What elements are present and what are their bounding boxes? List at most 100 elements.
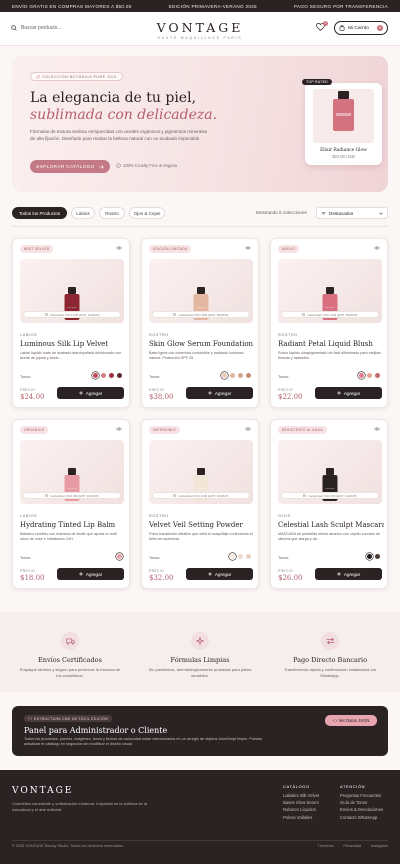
footer-link[interactable]: Envíos & Devoluciones	[340, 806, 383, 813]
product-card[interactable]: VONTAGE IMPERDIBLE Caducidad: PAO 24M (EXP…	[141, 419, 259, 589]
tone-swatch[interactable]	[246, 373, 251, 378]
add-to-cart-button[interactable]: Agregar	[57, 387, 124, 399]
footer-link[interactable]: Rubores Líquidos	[283, 806, 319, 813]
filter-chip-labios[interactable]: Labios	[71, 207, 95, 219]
plus-icon	[208, 572, 212, 576]
footer-terms-link[interactable]: Términos	[318, 844, 334, 848]
tone-swatch[interactable]	[222, 373, 227, 378]
expiry-badge: Caducidad: PAO 6M (EXP: 10/2025)	[23, 492, 121, 499]
product-card[interactable]: VONTAGE RESISTENTE AL AGUA Caducidad: PAO …	[270, 419, 388, 589]
tone-swatch[interactable]	[375, 554, 380, 559]
feature-shipping-title: Envíos Certificados	[38, 656, 102, 664]
featured-product-card[interactable]: TOP RATED Elixir Radiance Glow $34.00 US…	[302, 79, 382, 165]
feature-formulas-title: Fórmulas Limpias	[170, 656, 230, 664]
tone-swatch[interactable]	[367, 554, 372, 559]
tone-swatch[interactable]	[246, 554, 251, 559]
price-label: PRECIO	[278, 388, 294, 392]
expiry-badge: Caducidad: PAO 12M (EXP: 09/2026)	[281, 311, 379, 318]
hero-subtitle: sublimada con delicadeza.	[30, 107, 218, 123]
tone-swatches	[93, 373, 122, 378]
cart-button[interactable]: Mi Carrito 0	[334, 21, 388, 35]
expiry-badge: Caducidad: PAO 24M (EXP: 02/2027)	[152, 492, 250, 499]
eye-icon[interactable]	[245, 427, 251, 431]
hero-title: La elegancia de tu piel,	[30, 90, 197, 106]
tone-swatch[interactable]	[238, 373, 243, 378]
product-price: $22.00	[278, 393, 303, 401]
admin-description: Todos los productos, precios, imágenes, …	[24, 737, 263, 746]
results-count: Mostrando 6 colecciones	[256, 210, 307, 215]
filter-chip-all[interactable]: Todos los Productos	[12, 207, 67, 219]
view-json-button[interactable]: Ver Datos JSON	[325, 715, 377, 726]
product-price: $18.00	[20, 574, 45, 582]
product-card[interactable]: VONTAGE ORGÁNICO Caducidad: PAO 6M (EXP: 1…	[12, 419, 130, 589]
product-card[interactable]: VONTAGE BEST SELLER Caducidad: PAO 12M (EX…	[12, 238, 130, 408]
footer-support-title: ATENCIÓN	[340, 784, 366, 789]
filter-chip-ojos[interactable]: Ojos & Cejas	[129, 207, 165, 219]
product-name[interactable]: Celestial Lash Sculpt Mascara	[278, 521, 384, 529]
footer-catalog-column: CATÁLOGO Labiales Silk Velvet Bases Glow…	[283, 784, 319, 821]
product-tag: RESISTENTE AL AGUA	[278, 426, 327, 434]
footer-link[interactable]: Contacto WhatsApp	[340, 814, 383, 821]
product-tag: NUEVO	[278, 245, 300, 253]
eye-icon[interactable]	[116, 427, 122, 431]
product-name[interactable]: Luminous Silk Lip Velvet	[20, 340, 126, 348]
tone-swatch[interactable]	[375, 373, 380, 378]
sort-select[interactable]: Destacados	[316, 207, 388, 219]
expiry-text: Caducidad: PAO 6M (EXP: 10/2025)	[50, 493, 99, 498]
eye-icon[interactable]	[245, 246, 251, 250]
tone-swatch[interactable]	[238, 554, 243, 559]
product-price: $26.00	[278, 574, 303, 582]
product-name[interactable]: Skin Glow Serum Foundation	[149, 340, 255, 348]
product-card[interactable]: VONTAGE NUEVO Caducidad: PAO 12M (EXP: 09/…	[270, 238, 388, 408]
tone-swatch[interactable]	[93, 373, 98, 378]
add-to-cart-button[interactable]: Agregar	[186, 387, 253, 399]
footer-link[interactable]: Polvos Volátiles	[283, 814, 319, 821]
footer-instagram-link[interactable]: Instagram	[371, 844, 388, 848]
tone-swatch[interactable]	[230, 554, 235, 559]
footer-privacy-link[interactable]: Privacidad	[343, 844, 361, 848]
product-tag: ORGÁNICO	[20, 426, 49, 434]
explore-catalog-button[interactable]: EXPLORAR CATÁLOGO	[30, 160, 110, 173]
tone-swatch[interactable]	[367, 373, 372, 378]
tones-label: Tonos:	[149, 556, 161, 560]
featured-product-image	[313, 89, 374, 143]
expiry-text: Caducidad: PAO 18M (EXP: 05/2026)	[178, 312, 229, 317]
tones-label: Tonos:	[149, 375, 161, 379]
tone-swatch[interactable]	[359, 373, 364, 378]
tone-swatch[interactable]	[109, 373, 114, 378]
feature-formulas-desc: Sin parabenos, dermatológicamente probad…	[148, 667, 252, 678]
product-name[interactable]: Hydrating Tinted Lip Balm	[20, 521, 126, 529]
filter-bar: Todos los Productos Labios Rostro Ojos &…	[12, 207, 388, 219]
footer-link[interactable]: Labiales Silk Velvet	[283, 792, 319, 799]
wishlist-button[interactable]: 2	[316, 21, 328, 31]
cruelty-free-note: 100% Cruelty Free & Vegano	[116, 163, 177, 168]
filter-chip-rostro[interactable]: Rostro	[99, 207, 125, 219]
eye-icon[interactable]	[374, 246, 380, 250]
expiry-text: Caducidad: PAO 6M (EXP: 11/2025)	[308, 493, 357, 498]
footer-link[interactable]: Preguntas Frecuentes	[340, 792, 383, 799]
feature-shipping-desc: Empaque térmico y seguro para preservar …	[19, 667, 121, 678]
feature-payment-desc: Transferencia rápida y confirmación inst…	[284, 667, 376, 678]
product-card[interactable]: VONTAGE EDICIÓN LIMITADA Caducidad: PAO 18…	[141, 238, 259, 408]
calendar-icon	[173, 313, 177, 316]
add-to-cart-button[interactable]: Agregar	[315, 387, 382, 399]
product-name[interactable]: Velvet Veil Setting Powder	[149, 521, 255, 529]
promo-shipping: ENVÍO GRATIS EN COMPRAS MAYORES A $50.00	[12, 3, 132, 9]
explore-catalog-label: EXPLORAR CATÁLOGO	[36, 164, 95, 169]
footer-link[interactable]: Bases Glow Serum	[283, 799, 319, 806]
add-to-cart-button[interactable]: Agregar	[57, 568, 124, 580]
bottle-label: VONTAGE	[324, 488, 335, 490]
tone-swatch[interactable]	[101, 373, 106, 378]
add-to-cart-button[interactable]: Agregar	[315, 568, 382, 580]
eye-icon[interactable]	[116, 246, 122, 250]
product-name[interactable]: Radiant Petal Liquid Blush	[278, 340, 384, 348]
tone-swatch[interactable]	[230, 373, 235, 378]
add-to-cart-label: Agregar	[214, 390, 232, 396]
tone-swatch[interactable]	[117, 554, 122, 559]
collection-badge-text: COLECCIÓN BOTÁNICA PURE SILK	[42, 74, 117, 79]
footer-link[interactable]: Guía de Tonos	[340, 799, 383, 806]
calendar-icon	[302, 313, 306, 316]
tone-swatch[interactable]	[117, 373, 122, 378]
add-to-cart-button[interactable]: Agregar	[186, 568, 253, 580]
eye-icon[interactable]	[374, 427, 380, 431]
